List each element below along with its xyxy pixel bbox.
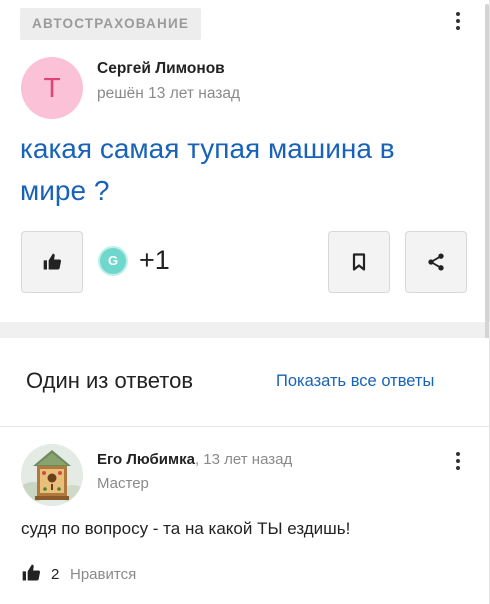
- birdhouse-avatar-image: [21, 444, 83, 506]
- answer-author-line: Его Любимка, 13 лет назад: [97, 451, 292, 468]
- answer-author-rank: Мастер: [97, 475, 149, 492]
- bookmark-button[interactable]: [328, 231, 390, 293]
- more-vertical-icon[interactable]: [448, 449, 468, 473]
- question-card: АВТОСТРАХОВАНИЕ Т Сергей Лимонов решён 1…: [0, 0, 490, 322]
- divider: [0, 426, 490, 427]
- question-status: решён 13 лет назад: [97, 85, 241, 102]
- answer-author-name[interactable]: Его Любимка: [97, 451, 195, 468]
- question-title[interactable]: какая самая тупая машина в мире ?: [20, 128, 460, 212]
- answers-heading: Один из ответов: [26, 368, 194, 393]
- reaction-count: +1: [139, 245, 170, 275]
- answer-author-avatar[interactable]: [21, 444, 83, 506]
- like-button[interactable]: [21, 231, 83, 293]
- answers-card: Один из ответов Показать все ответы Его …: [0, 338, 490, 604]
- answer-time: , 13 лет назад: [194, 451, 293, 468]
- answer-text: судя по вопросу - та на какой ТЫ ездишь!: [21, 519, 351, 538]
- thumbs-up-icon: [43, 253, 62, 270]
- answer-like-count: 2: [51, 566, 60, 583]
- scrollbar[interactable]: [485, 4, 489, 364]
- share-button[interactable]: [405, 231, 467, 293]
- author-avatar[interactable]: Т: [21, 57, 83, 119]
- more-vertical-icon[interactable]: [448, 9, 468, 33]
- answer-like-label[interactable]: Нравится: [70, 566, 136, 583]
- section-divider: [0, 322, 490, 338]
- share-icon: [428, 253, 444, 271]
- thumbs-up-icon: [22, 564, 41, 581]
- answer-like-button[interactable]: [21, 563, 41, 588]
- show-all-answers-link[interactable]: Показать все ответы: [276, 372, 434, 391]
- author-name[interactable]: Сергей Лимонов: [97, 60, 225, 78]
- category-tag[interactable]: АВТОСТРАХОВАНИЕ: [20, 8, 202, 40]
- reaction-avatar-badge[interactable]: G: [98, 246, 128, 276]
- bookmark-icon: [352, 253, 366, 271]
